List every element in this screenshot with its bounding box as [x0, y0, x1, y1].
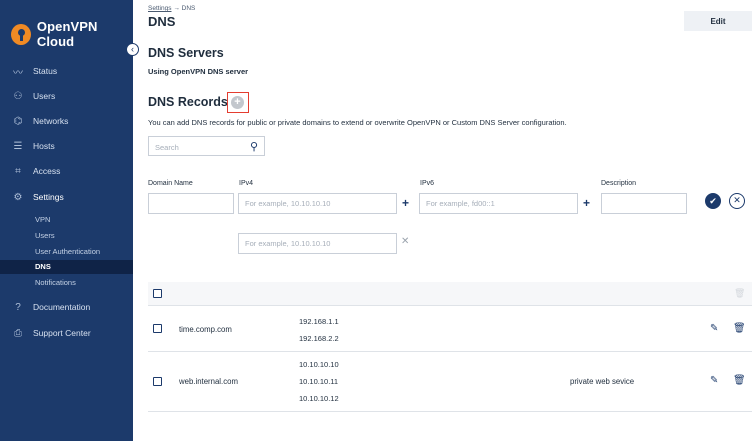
search-box: ⚲ — [148, 136, 265, 157]
sidebar-item-users[interactable]: ⚇ Users — [0, 85, 133, 107]
support-icon: ⎙ — [14, 327, 22, 339]
breadcrumb-arrow: → — [173, 5, 180, 12]
record-domain: time.comp.com — [179, 325, 232, 334]
trend-icon: 〰 — [13, 67, 23, 79]
domain-name-input[interactable] — [148, 193, 234, 214]
description-input[interactable] — [601, 193, 687, 214]
sidebar-item-networks[interactable]: ⌬ Networks — [0, 110, 133, 132]
sidebar-subitem-notifications[interactable]: Notifications — [0, 276, 133, 290]
page-title: DNS — [148, 14, 176, 29]
bulk-delete-icon: 🗑 — [734, 288, 746, 298]
users-icon: ⚇ — [13, 90, 23, 102]
select-all-checkbox[interactable] — [153, 289, 162, 298]
sidebar-subitem-user-authentication[interactable]: User Authentication — [0, 245, 133, 259]
sidebar: OpenVPN Cloud 〰 Status ⚇ Users ⌬ Network… — [0, 0, 133, 441]
brand[interactable]: OpenVPN Cloud — [11, 19, 133, 49]
sidebar-item-settings[interactable]: ⚙ Settings — [0, 186, 133, 208]
sidebar-item-hosts[interactable]: ☰ Hosts — [0, 135, 133, 157]
breadcrumb-settings-link[interactable]: Settings — [148, 5, 172, 12]
record-ip: 10.10.10.12 — [299, 394, 339, 403]
edit-pencil-icon[interactable]: ✎ — [710, 375, 718, 386]
dns-servers-heading: DNS Servers — [148, 46, 224, 60]
help-icon: ? — [15, 301, 21, 313]
dns-server-value: Using OpenVPN DNS server — [148, 67, 249, 76]
table-row: web.internal.com 10.10.10.10 10.10.10.11… — [148, 352, 752, 412]
sidebar-item-status[interactable]: 〰 Status — [0, 60, 133, 82]
search-input[interactable] — [149, 138, 239, 157]
delete-trash-icon[interactable]: 🗑 — [733, 375, 746, 386]
description-label: Description — [601, 180, 637, 187]
sidebar-item-access[interactable]: ⌗ Access — [0, 160, 133, 182]
add-ipv4-button[interactable]: + — [402, 196, 409, 210]
gear-icon: ⚙ — [13, 191, 23, 203]
record-ip: 10.10.10.11 — [299, 377, 339, 386]
network-icon: ⌬ — [13, 115, 23, 127]
delete-trash-icon[interactable]: 🗑 — [733, 323, 746, 334]
ipv4-input[interactable] — [238, 193, 397, 214]
second-ipv4-input[interactable] — [238, 233, 397, 254]
record-description: private web sevice — [570, 377, 635, 386]
confirm-record-button[interactable]: ✔ — [705, 193, 721, 209]
ipv4-label: IPv4 — [239, 180, 254, 187]
sidebar-item-documentation[interactable]: ? Documentation — [0, 296, 133, 318]
edit-button[interactable]: Edit — [684, 11, 752, 31]
dns-records-description: You can add DNS records for public or pr… — [148, 118, 567, 127]
add-ipv6-button[interactable]: + — [583, 196, 590, 210]
add-record-button[interactable]: + — [231, 96, 244, 109]
sidebar-subitem-vpn[interactable]: VPN — [0, 213, 133, 227]
record-ip: 192.168.1.1 — [299, 317, 339, 326]
sidebar-subitem-dns[interactable]: DNS — [0, 260, 133, 274]
cancel-record-button[interactable]: ✕ — [729, 193, 745, 209]
ipv6-input[interactable] — [419, 193, 578, 214]
remove-ipv4-button[interactable]: ✕ — [401, 236, 409, 247]
access-icon: ⌗ — [15, 165, 21, 177]
sidebar-subitem-users[interactable]: Users — [0, 229, 133, 243]
records-table-header: 🗑 — [148, 282, 752, 306]
ipv6-label: IPv6 — [420, 180, 435, 187]
record-ip: 10.10.10.10 — [299, 360, 339, 369]
main-content: Settings → DNS DNS Edit DNS Servers Usin… — [133, 0, 752, 441]
sidebar-item-support-center[interactable]: ⎙ Support Center — [0, 322, 133, 344]
hosts-icon: ☰ — [13, 140, 23, 152]
domain-name-label: Domain Name — [148, 180, 193, 187]
add-record-highlight: + — [227, 92, 249, 113]
openvpn-logo-icon — [11, 23, 31, 45]
breadcrumb-current: DNS — [181, 5, 196, 12]
edit-pencil-icon[interactable]: ✎ — [710, 323, 718, 334]
search-icon[interactable]: ⚲ — [250, 140, 258, 153]
row-checkbox[interactable] — [153, 324, 162, 333]
record-ip: 192.168.2.2 — [299, 334, 339, 343]
row-checkbox[interactable] — [153, 377, 162, 386]
record-domain: web.internal.com — [179, 377, 238, 386]
brand-name: OpenVPN Cloud — [36, 19, 98, 49]
collapse-sidebar-button[interactable]: ‹ — [126, 43, 139, 56]
table-row: time.comp.com 192.168.1.1 192.168.2.2 ✎ … — [148, 307, 752, 352]
dns-records-heading: DNS Records — [148, 95, 228, 109]
breadcrumb: Settings → DNS — [148, 5, 195, 12]
